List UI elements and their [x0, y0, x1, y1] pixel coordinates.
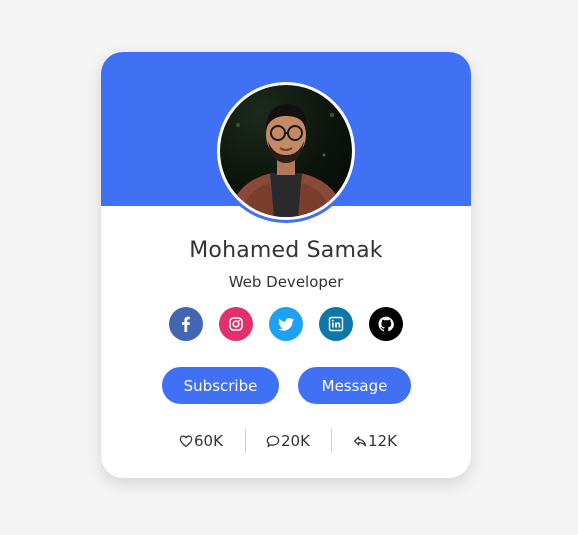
- instagram-icon: [229, 317, 243, 331]
- comments-stat[interactable]: 20K: [266, 428, 310, 454]
- facebook-icon: [182, 316, 190, 332]
- avatar-ring: [214, 79, 358, 223]
- github-icon: [378, 316, 394, 332]
- stats-row: 60K 20K 12K: [161, 428, 411, 454]
- avatar-photo: [220, 85, 352, 217]
- message-button[interactable]: Message: [298, 367, 411, 404]
- likes-stat[interactable]: 60K: [179, 428, 223, 454]
- twitter-link[interactable]: [269, 307, 303, 341]
- profile-card: Mohamed Samak Web Developer Subscribe Me…: [101, 52, 471, 478]
- linkedin-icon: [328, 316, 344, 332]
- stats-divider: [331, 429, 332, 453]
- instagram-link[interactable]: [219, 307, 253, 341]
- subscribe-button[interactable]: Subscribe: [162, 367, 279, 404]
- github-link[interactable]: [369, 307, 403, 341]
- shares-stat[interactable]: 12K: [353, 428, 397, 454]
- shares-count: 12K: [368, 432, 397, 450]
- heart-icon: [179, 435, 193, 448]
- likes-count: 60K: [194, 432, 223, 450]
- facebook-link[interactable]: [169, 307, 203, 341]
- twitter-icon: [278, 318, 294, 331]
- profile-name: Mohamed Samak: [189, 238, 383, 263]
- person-illustration: [228, 103, 346, 217]
- stats-divider: [245, 429, 246, 453]
- share-reply-icon: [353, 436, 367, 447]
- comment-icon: [266, 435, 280, 448]
- profile-job-title: Web Developer: [228, 273, 344, 291]
- action-buttons: Subscribe Message: [162, 367, 412, 405]
- linkedin-link[interactable]: [319, 307, 353, 341]
- comments-count: 20K: [281, 432, 310, 450]
- avatar: [217, 82, 355, 220]
- social-links: [169, 307, 409, 343]
